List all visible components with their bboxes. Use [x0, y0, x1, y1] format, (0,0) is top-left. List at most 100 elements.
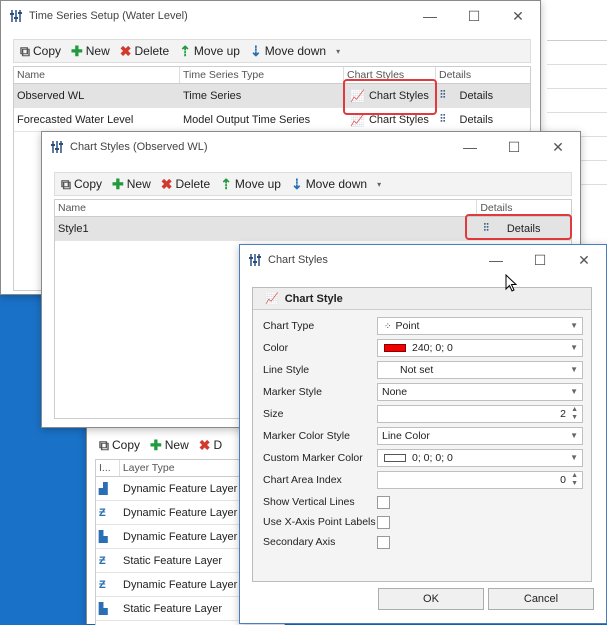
move-up-button[interactable]: ⇡ Move up — [220, 177, 281, 191]
copy-button[interactable]: ⧉ Copy — [99, 438, 140, 452]
settings-sliders-icon — [248, 253, 262, 267]
titlebar: Chart Styles (Observed WL) — ☐ ✕ — [42, 132, 580, 162]
table-row[interactable]: Forecasted Water Level Model Output Time… — [14, 108, 530, 132]
chart-area-index-spinner[interactable]: 0 ▲ ▼ — [377, 471, 583, 489]
delete-button[interactable]: ✖ Delete — [120, 44, 169, 58]
new-button[interactable]: ✚ New — [71, 44, 110, 58]
color-label: Color — [263, 342, 289, 354]
settings-sliders-icon — [50, 140, 64, 154]
layer-type: Dynamic Feature Layer — [123, 506, 238, 519]
layer-icon: Ƶ — [99, 554, 106, 567]
maximize-button[interactable]: ☐ — [518, 245, 562, 275]
spinner-arrows-icon[interactable]: ▲ ▼ — [571, 472, 578, 488]
layer-type: Dynamic Feature Layer — [123, 482, 238, 495]
line-style-dropdown[interactable]: Not set ▼ — [377, 361, 583, 379]
layer-type: Static Feature Layer — [123, 602, 223, 615]
move-up-button[interactable]: ⇡ Move up — [179, 44, 240, 58]
chevron-down-icon: ▼ — [570, 387, 578, 396]
minimize-button[interactable]: — — [474, 245, 518, 275]
close-button[interactable]: ✕ — [562, 245, 606, 275]
maximize-button[interactable]: ☐ — [452, 1, 496, 31]
layer-icon: Ƶ — [99, 578, 106, 591]
spinner-arrows-icon[interactable]: ▲ ▼ — [571, 406, 578, 422]
highlight-box — [343, 79, 437, 115]
close-button[interactable]: ✕ — [496, 1, 540, 31]
layer-type: Dynamic Feature Layer — [123, 530, 238, 543]
size-spinner[interactable]: 2 ▲ ▼ — [377, 405, 583, 423]
layer-icon: ▟ — [99, 483, 108, 495]
table-row[interactable]: Observed WL Time Series 📈 Chart Styles ⫶⫶… — [14, 84, 530, 108]
marker-color-style-dropdown[interactable]: Line Color ▼ — [377, 427, 583, 445]
custom-marker-color-label: Custom Marker Color — [263, 452, 363, 464]
column-header-details[interactable]: Details — [436, 67, 530, 83]
titlebar: Chart Styles — ☐ ✕ — [240, 245, 606, 275]
copy-icon: ⧉ — [20, 43, 30, 59]
move-down-button[interactable]: ⇣ Move down — [291, 177, 367, 191]
close-button[interactable]: ✕ — [536, 132, 580, 162]
titlebar: Time Series Setup (Water Level) — ☐ ✕ — [1, 1, 540, 31]
grid-header: Name Time Series Type Chart Styles Detai… — [14, 67, 530, 84]
marker-color-style-label: Marker Color Style — [263, 430, 350, 442]
cell-name: Style1 — [58, 222, 89, 235]
cell-name: Observed WL — [17, 89, 85, 102]
chart-area-index-label: Chart Area Index — [263, 474, 342, 486]
cell-type: Time Series — [183, 89, 242, 102]
copy-button[interactable]: ⧉ Copy — [20, 44, 61, 58]
cancel-button[interactable]: Cancel — [488, 588, 594, 610]
marker-style-label: Marker Style — [263, 386, 322, 398]
arrow-up-icon: ⇡ — [220, 176, 232, 192]
move-down-button[interactable]: ⇣ Move down — [250, 44, 326, 58]
details-button[interactable]: ⫶⫶ Details — [436, 89, 530, 102]
chevron-down-icon: ▼ — [570, 431, 578, 440]
toolbar-overflow-button[interactable]: ▾ — [377, 180, 381, 189]
copy-button[interactable]: ⧉ Copy — [61, 177, 102, 191]
group-header: 📈 Chart Style — [253, 288, 591, 310]
chart-styles-dialog: Chart Styles — ☐ ✕ 📈 Chart Style Chart Ty… — [239, 244, 607, 624]
secondary-axis-checkbox[interactable] — [377, 535, 390, 549]
minimize-button[interactable]: — — [448, 132, 492, 162]
delete-button[interactable]: ✖ D — [199, 438, 222, 452]
chevron-down-icon: ▼ — [570, 453, 578, 462]
column-header-index[interactable]: I... — [96, 460, 120, 476]
window-title: Chart Styles — [268, 254, 328, 266]
chart-style-group: 📈 Chart Style Chart Type ⁘ Point ▼ Color 24… — [252, 287, 592, 582]
scatter-icon: ⁘ — [384, 320, 392, 331]
highlight-box — [465, 214, 572, 240]
ok-button[interactable]: OK — [378, 588, 484, 610]
layer-icon: Ƶ — [99, 506, 106, 519]
color-dropdown[interactable]: 240; 0; 0 ▼ — [377, 339, 583, 357]
settings-sliders-icon: ⫶⫶ — [440, 113, 446, 125]
delete-button[interactable]: ✖ Delete — [161, 177, 210, 191]
minimize-button[interactable]: — — [408, 1, 452, 31]
delete-x-icon: ✖ — [160, 176, 173, 192]
color-swatch — [384, 344, 406, 352]
line-style-label: Line Style — [263, 364, 310, 376]
new-button[interactable]: ✚ New — [150, 438, 189, 452]
size-label: Size — [263, 408, 284, 420]
column-header-type[interactable]: Time Series Type — [180, 67, 344, 83]
x-axis-labels-checkbox[interactable] — [377, 515, 390, 529]
toolbar: ⧉ Copy ✚ New ✖ Delete ⇡ Move up ⇣ Move down ▾ — [54, 172, 572, 196]
show-vertical-lines-checkbox[interactable] — [377, 495, 390, 509]
chevron-down-icon: ▼ — [570, 365, 578, 374]
plus-icon: ✚ — [150, 437, 162, 453]
delete-x-icon: ✖ — [198, 437, 211, 453]
new-button[interactable]: ✚ New — [112, 177, 151, 191]
arrow-up-icon: ⇡ — [179, 43, 191, 59]
column-header-name[interactable]: Name — [55, 200, 478, 216]
arrow-down-icon: ⇣ — [249, 43, 262, 59]
toolbar: ⧉ Copy ✚ New ✖ Delete ⇡ Move up ⇣ Move down ▾ — [13, 39, 531, 63]
cell-type: Model Output Time Series — [183, 113, 311, 126]
details-button[interactable]: ⫶⫶ Details — [436, 113, 530, 126]
copy-icon: ⧉ — [61, 176, 71, 192]
custom-marker-color-dropdown[interactable]: 0; 0; 0; 0 ▼ — [377, 449, 583, 467]
toolbar-overflow-button[interactable]: ▾ — [336, 47, 340, 56]
chart-type-dropdown[interactable]: ⁘ Point ▼ — [377, 317, 583, 335]
marker-style-dropdown[interactable]: None ▼ — [377, 383, 583, 401]
window-title: Time Series Setup (Water Level) — [29, 10, 188, 22]
maximize-button[interactable]: ☐ — [492, 132, 536, 162]
copy-icon: ⧉ — [99, 437, 109, 453]
secondary-axis-label: Secondary Axis — [263, 536, 336, 548]
settings-sliders-icon: ⫶⫶ — [440, 89, 446, 101]
column-header-name[interactable]: Name — [14, 67, 180, 83]
